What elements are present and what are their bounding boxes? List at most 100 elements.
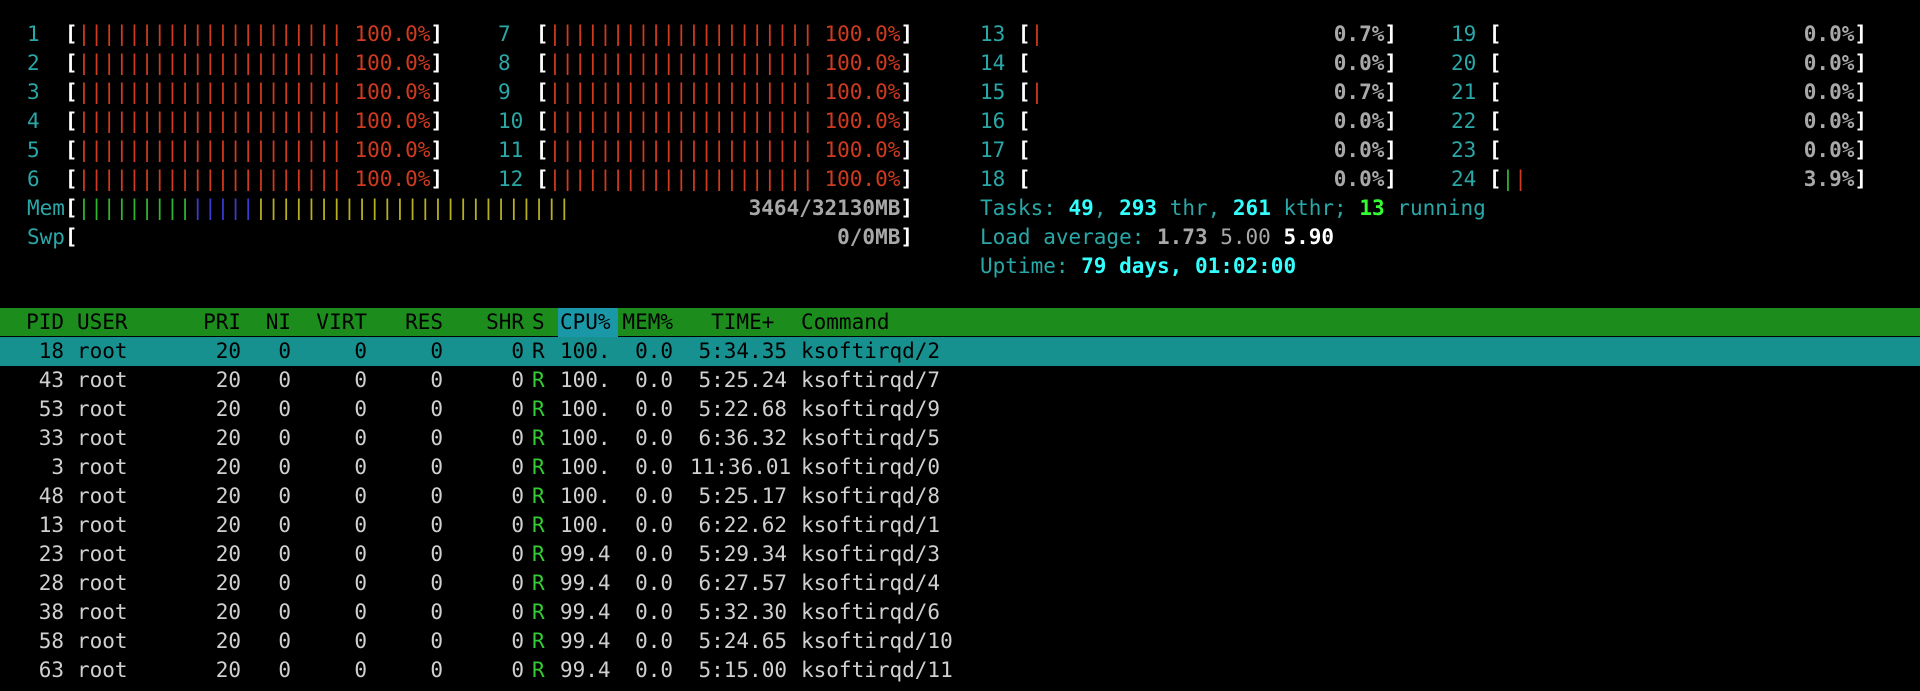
cell-ni: 0 bbox=[278, 629, 291, 653]
cell-ni: 0 bbox=[278, 513, 291, 537]
process-row[interactable]: 13 root 20 0 0 0 0 R 100. 0.0 6:22.62 ksoftirqd/1 bbox=[0, 511, 1920, 540]
bracket-open: [ bbox=[1488, 22, 1502, 46]
bracket-close: ] bbox=[1384, 167, 1397, 191]
process-row-selected[interactable]: 18 root 20 0 0 0 0 R 100. 0.0 5:34.35 ksoftirqd/2 bbox=[0, 337, 1920, 366]
bracket-open: [ bbox=[64, 196, 78, 220]
header-time[interactable]: TIME+ bbox=[690, 308, 787, 337]
meter-value: 0.0% bbox=[1803, 109, 1855, 133]
process-row[interactable]: 38 root 20 0 0 0 0 R 99.4 0.0 5:32.30 ksoftirqd/6 bbox=[0, 598, 1920, 627]
bracket-close: ] bbox=[1384, 80, 1397, 104]
cell-pri: 20 bbox=[215, 542, 241, 566]
process-row[interactable]: 33 root 20 0 0 0 0 R 100. 0.0 6:36.32 ksoftirqd/5 bbox=[0, 424, 1920, 453]
cell-ni: 0 bbox=[278, 571, 291, 595]
cpu-meter-9: 9 [] ||||||||||||||||||||| 100.0% bbox=[498, 78, 913, 107]
cell-shr: 0 bbox=[511, 368, 524, 392]
cell-pid: 3 bbox=[51, 455, 64, 479]
tasks-summary: Tasks: 49, 293 thr, 261 kthr; 13 running bbox=[980, 194, 1486, 223]
cell-time: 6:36.32 bbox=[698, 426, 787, 450]
meter-value: 100.0% bbox=[354, 22, 431, 46]
cell-ni: 0 bbox=[278, 658, 291, 682]
bracket-close: ] bbox=[430, 138, 443, 162]
process-row[interactable]: 23 root 20 0 0 0 0 R 99.4 0.0 5:29.34 ksoftirqd/3 bbox=[0, 540, 1920, 569]
header-cpu-sorted[interactable]: CPU% bbox=[558, 308, 618, 337]
header-virt[interactable]: VIRT bbox=[300, 308, 367, 337]
usage-bar bbox=[1502, 136, 1855, 165]
meter-value: 3464/32130MB bbox=[748, 196, 901, 220]
bracket-open: [ bbox=[1488, 167, 1502, 191]
process-row[interactable]: 43 root 20 0 0 0 0 R 100. 0.0 5:25.24 ksoftirqd/7 bbox=[0, 366, 1920, 395]
cell-time: 5:25.17 bbox=[698, 484, 787, 508]
header-pri[interactable]: PRI bbox=[190, 308, 241, 337]
cell-cmd: ksoftirqd/10 bbox=[801, 629, 953, 653]
meter-label: 1 bbox=[27, 22, 40, 46]
cell-pri: 20 bbox=[215, 455, 241, 479]
cell-cmd: ksoftirqd/6 bbox=[801, 600, 941, 624]
cell-res: 0 bbox=[430, 571, 443, 595]
swap-meter: Swp[] 0/0MB bbox=[27, 223, 913, 252]
cell-virt: 0 bbox=[354, 542, 367, 566]
process-table-header: PID USER PRI NI VIRT RES SHR S CPU% MEM%… bbox=[0, 308, 1920, 337]
bracket-open: [ bbox=[64, 225, 78, 249]
cell-shr: 0 bbox=[511, 339, 524, 363]
cell-cpu: 100. bbox=[560, 455, 611, 479]
bracket-open: [ bbox=[1488, 51, 1502, 75]
header-mem[interactable]: MEM% bbox=[620, 308, 673, 337]
cpu-meter-4: 4 [] ||||||||||||||||||||| 100.0% bbox=[27, 107, 443, 136]
bracket-close: ] bbox=[1854, 51, 1867, 75]
cell-pri: 20 bbox=[215, 513, 241, 537]
meter-value: 100.0% bbox=[354, 167, 431, 191]
header-user[interactable]: USER bbox=[77, 308, 128, 337]
header-shr[interactable]: SHR bbox=[450, 308, 524, 337]
meter-value: 3.9% bbox=[1803, 167, 1855, 191]
cell-virt: 0 bbox=[354, 571, 367, 595]
header-command[interactable]: Command bbox=[801, 308, 890, 337]
cell-pri: 20 bbox=[215, 600, 241, 624]
cell-user: root bbox=[77, 397, 128, 421]
process-row[interactable]: 53 root 20 0 0 0 0 R 100. 0.0 5:22.68 ksoftirqd/9 bbox=[0, 395, 1920, 424]
bracket-close: ] bbox=[430, 51, 443, 75]
cell-mem: 0.0 bbox=[635, 426, 673, 450]
bracket-close: ] bbox=[430, 22, 443, 46]
usage-bar bbox=[1031, 165, 1385, 194]
header-res[interactable]: RES bbox=[380, 308, 443, 337]
process-row[interactable]: 63 root 20 0 0 0 0 R 99.4 0.0 5:15.00 ksoftirqd/11 bbox=[0, 656, 1920, 685]
process-row[interactable]: 58 root 20 0 0 0 0 R 99.4 0.0 5:24.65 ksoftirqd/10 bbox=[0, 627, 1920, 656]
process-row[interactable]: 3 root 20 0 0 0 0 R 100. 0.0 11:36.01 ksoftirqd/0 bbox=[0, 453, 1920, 482]
header-ni[interactable]: NI bbox=[250, 308, 291, 337]
meter-label: 8 bbox=[498, 51, 511, 75]
cell-cmd: ksoftirqd/11 bbox=[801, 658, 953, 682]
cell-s: R bbox=[532, 368, 545, 392]
cell-ni: 0 bbox=[278, 455, 291, 479]
cell-time: 5:34.35 bbox=[698, 339, 787, 363]
header-state[interactable]: S bbox=[532, 308, 545, 337]
kernel-bar-segment: ||||||||||||||||||||| bbox=[77, 167, 344, 191]
uptime-label: Uptime: bbox=[980, 254, 1082, 278]
bracket-close: ] bbox=[900, 22, 913, 46]
process-row[interactable]: 48 root 20 0 0 0 0 R 100. 0.0 5:25.17 ksoftirqd/8 bbox=[0, 482, 1920, 511]
bracket-close: ] bbox=[900, 225, 913, 249]
process-row[interactable]: 28 root 20 0 0 0 0 R 99.4 0.0 6:27.57 ksoftirqd/4 bbox=[0, 569, 1920, 598]
bracket-open: [ bbox=[535, 167, 549, 191]
bracket-close: ] bbox=[430, 80, 443, 104]
cpu-meter-11: 11 [] ||||||||||||||||||||| 100.0% bbox=[498, 136, 913, 165]
tasks-count: 49 bbox=[1068, 196, 1094, 220]
usage-bar bbox=[78, 223, 901, 252]
meter-value: 0.7% bbox=[1333, 80, 1385, 104]
bracket-open: [ bbox=[64, 167, 78, 191]
meter-label: 17 bbox=[980, 138, 1006, 162]
cell-s: R bbox=[532, 571, 545, 595]
cell-cpu: 100. bbox=[560, 397, 611, 421]
cell-mem: 0.0 bbox=[635, 484, 673, 508]
meter-label: Mem bbox=[27, 196, 65, 220]
header-pid[interactable]: PID bbox=[0, 308, 64, 337]
cell-cmd: ksoftirqd/7 bbox=[801, 368, 941, 392]
bracket-close: ] bbox=[900, 138, 913, 162]
meter-value: 0.0% bbox=[1333, 138, 1385, 162]
cell-pri: 20 bbox=[215, 426, 241, 450]
cell-virt: 0 bbox=[354, 513, 367, 537]
cell-shr: 0 bbox=[511, 484, 524, 508]
meter-value: 100.0% bbox=[354, 80, 431, 104]
cell-shr: 0 bbox=[511, 397, 524, 421]
cell-virt: 0 bbox=[354, 368, 367, 392]
bracket-open: [ bbox=[1488, 80, 1502, 104]
